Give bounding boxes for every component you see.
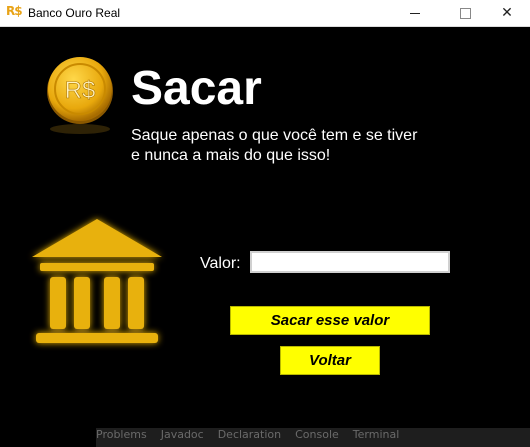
withdraw-panel: R$ Sacar Saque apenas o que você tem e s… (0, 27, 530, 447)
page-title: Sacar (131, 62, 262, 115)
bank-building-icon (32, 219, 162, 343)
valor-input[interactable] (250, 251, 450, 273)
background-ide-tabs: Problems Javadoc Declaration Console Termina… (96, 428, 530, 447)
page-subtitle: Saque apenas o que você tem e se tiver e… (131, 126, 417, 166)
close-icon: ✕ (501, 5, 513, 21)
coin-icon: R$ (47, 57, 113, 134)
maximize-button[interactable] (442, 0, 488, 26)
subtitle-line-1: Saque apenas o que você tem e se tiver (131, 127, 418, 144)
back-button[interactable]: Voltar (280, 346, 380, 375)
minimize-button[interactable] (392, 0, 438, 26)
subtitle-line-2: e nunca a mais do que isso! (131, 147, 331, 164)
app-icon: R$ (6, 4, 23, 18)
minimize-icon (410, 12, 420, 14)
window-title: Banco Ouro Real (28, 6, 121, 20)
title-bar: R$ Banco Ouro Real ✕ (0, 0, 530, 27)
coin-label: R$ (65, 77, 96, 104)
close-button[interactable]: ✕ (484, 0, 530, 26)
maximize-icon (459, 7, 471, 19)
withdraw-button[interactable]: Sacar esse valor (230, 306, 430, 335)
valor-label: Valor: (200, 255, 241, 272)
